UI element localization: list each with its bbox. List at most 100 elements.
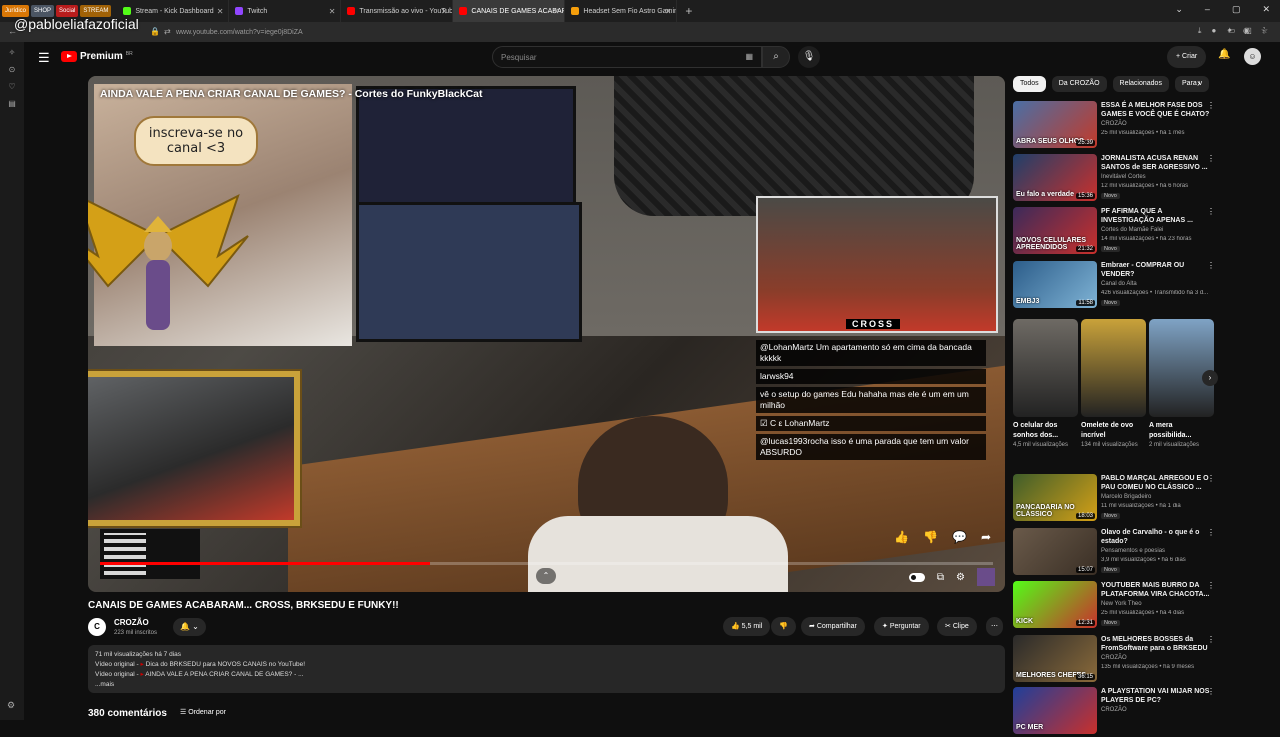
recommended-video[interactable]: Eu falo a verdade 15:36 JORNALISTA ACUSA R… (1013, 154, 1275, 204)
ai-icon[interactable]: ✧ (9, 48, 16, 57)
short-views: 4,5 mil visualizações (1013, 442, 1069, 448)
filter-chip[interactable]: Da CROZÃO (1051, 76, 1107, 92)
kebab-menu-icon[interactable]: ⋮ (1207, 207, 1215, 216)
kebab-menu-icon[interactable]: ⋮ (1207, 101, 1215, 110)
recommended-video[interactable]: MELHORES CHEFES 36:15 Os MELHORES BOSSES d… (1013, 635, 1275, 685)
recommended-video[interactable]: KICK 12:31 YOUTUBER MAIS BURRO DA PLATAFOR… (1013, 581, 1275, 631)
recommended-video[interactable]: PANCADARIA NO CLÁSSICO 18:03 PABLO MARÇAL … (1013, 474, 1275, 524)
settings-icon[interactable]: ⚙ (956, 572, 965, 583)
download-icon[interactable]: ⤓ (1198, 26, 1202, 36)
close-tab-icon[interactable]: ✕ (329, 7, 336, 16)
channel-watermark[interactable] (977, 568, 995, 586)
close-tab-icon[interactable]: ✕ (217, 7, 224, 16)
shorts-next-button[interactable]: › (1202, 370, 1218, 386)
kebab-menu-icon[interactable]: ⋮ (1260, 26, 1268, 36)
maximize-button[interactable]: ▢ (1232, 4, 1241, 15)
new-tab-button[interactable]: + (685, 4, 692, 18)
close-tab-icon[interactable]: ✕ (553, 7, 560, 16)
voice-search-button[interactable]: 🎙 (798, 46, 820, 68)
short-item[interactable]: Omelete de ovo incrível 134 mil visualiza… (1081, 319, 1146, 450)
profile-icon[interactable]: ◉ (1243, 26, 1250, 36)
search-button[interactable]: ⌕ (762, 46, 790, 68)
captions-icon[interactable]: ⧉ (937, 572, 944, 583)
browser-tab[interactable]: Headset Sem Fio Astro Gaming ✕ (565, 0, 678, 22)
puzzle-icon[interactable]: ✦ (1226, 26, 1233, 36)
search-input[interactable]: Pesquisar ▦ (492, 46, 762, 68)
history-icon[interactable]: ⊙ (9, 65, 16, 74)
thumbs-down-icon[interactable]: 👎 (923, 530, 938, 544)
channel-avatar[interactable]: C (88, 618, 106, 636)
recommended-video[interactable]: 15:07 Olavo de Carvalho - o que é o estad… (1013, 528, 1275, 578)
filter-chip[interactable]: Para v (1174, 76, 1210, 92)
site-settings-icon[interactable]: ⇄ (164, 27, 171, 36)
share-button[interactable]: ➦ Compartilhar (801, 617, 865, 636)
kebab-menu-icon[interactable]: ⋮ (1207, 528, 1215, 537)
close-window-button[interactable]: ✕ (1262, 4, 1270, 15)
minimize-button[interactable]: – (1205, 4, 1210, 15)
short-thumbnail[interactable] (1149, 319, 1214, 417)
filter-chip[interactable]: Relacionados (1112, 76, 1169, 92)
chevron-up-icon[interactable]: ⌃ (536, 568, 556, 584)
video-thumbnail[interactable]: MELHORES CHEFES 36:15 (1013, 635, 1097, 682)
browser-tab[interactable]: CANAIS DE GAMES ACABARAM...✕ (453, 0, 566, 22)
short-item[interactable]: A mera possibilida... 2 mil visualizações (1149, 319, 1214, 450)
ask-button[interactable]: ✦ Perguntar (874, 617, 929, 636)
dislike-button[interactable]: 👎 (771, 617, 796, 636)
recommended-video[interactable]: NOVOS CELULARES APREENDIDOS 21:32 PF AFIRM… (1013, 207, 1275, 257)
bookmark-icon[interactable]: ♡ (8, 82, 15, 91)
description-link[interactable]: AINDA VALE A PENA CRIAR CANAL DE GAMES? … (145, 671, 303, 678)
clip-button[interactable]: ✂ Clipe (937, 617, 977, 636)
filter-chip[interactable]: Todos (1013, 76, 1046, 92)
kebab-menu-icon[interactable]: ⋮ (1207, 154, 1215, 163)
more-actions-button[interactable]: ⋯ (986, 617, 1003, 636)
video-thumbnail[interactable]: KICK 12:31 (1013, 581, 1097, 628)
short-thumbnail[interactable] (1081, 319, 1146, 417)
description-box[interactable]: 71 mil visualizações há 7 dias Vídeo ori… (88, 645, 1005, 693)
video-thumbnail[interactable]: EMBJ3 11:58 (1013, 261, 1097, 308)
video-player[interactable]: AINDA VALE A PENA CRIAR CANAL DE GAMES? … (88, 76, 1005, 592)
youtube-logo[interactable]: Premium BR (61, 51, 133, 62)
hamburger-menu-icon[interactable]: ☰ (38, 50, 50, 66)
kebab-menu-icon[interactable]: ⋮ (1207, 474, 1215, 483)
recommended-video[interactable]: PC MER A PLAYSTATION VAI MIJAR NOS PLAYER… (1013, 687, 1275, 737)
kebab-menu-icon[interactable]: ⋮ (1207, 261, 1215, 270)
recommended-video[interactable]: EMBJ3 11:58 Embraer - COMPRAR OU VENDER? Ca… (1013, 261, 1275, 311)
gear-icon[interactable]: ⚙ (7, 700, 15, 711)
video-thumbnail[interactable]: NOVOS CELULARES APREENDIDOS 21:32 (1013, 207, 1097, 254)
channel-name[interactable]: CROZÃO (114, 618, 149, 627)
kebab-menu-icon[interactable]: ⋮ (1207, 635, 1215, 644)
create-button[interactable]: + Criar (1167, 46, 1207, 68)
subscription-bell-button[interactable]: 🔔 ⌄ (173, 618, 206, 636)
recommended-video[interactable]: ABRA SEUS OLHOS 25:39 ESSA É A MELHOR FASE… (1013, 101, 1275, 151)
chevron-down-icon[interactable]: ⌄ (1175, 4, 1183, 15)
reading-list-icon[interactable]: ▤ (8, 99, 16, 108)
video-thumbnail[interactable]: Eu falo a verdade 15:36 (1013, 154, 1097, 201)
show-more-link[interactable]: ...mais (95, 680, 998, 690)
video-thumbnail[interactable]: PANCADARIA NO CLÁSSICO 18:03 (1013, 474, 1097, 521)
video-thumbnail[interactable]: PC MER (1013, 687, 1097, 734)
comment-icon[interactable]: 💬 (952, 530, 967, 544)
extension-icon[interactable]: ● (1211, 26, 1216, 36)
avatar[interactable]: ☺ (1244, 48, 1261, 65)
like-button[interactable]: 👍 5,5 mil (723, 617, 771, 636)
short-thumbnail[interactable] (1013, 319, 1078, 417)
kebab-menu-icon[interactable]: ⋮ (1207, 687, 1215, 696)
description-link[interactable]: Dica do BRKSEDU para NOVOS CANAIS no You… (146, 661, 305, 668)
keyboard-icon[interactable]: ▦ (745, 52, 753, 61)
thumbs-up-icon[interactable]: 👍 (894, 530, 909, 544)
notifications-bell-icon[interactable]: 🔔 (1218, 49, 1230, 60)
close-tab-icon[interactable]: ✕ (665, 7, 672, 16)
video-thumbnail[interactable]: 15:07 (1013, 528, 1097, 575)
autoplay-toggle[interactable] (908, 572, 925, 582)
url-field[interactable]: www.youtube.com/watch?v=iege0j8DiZA (176, 29, 303, 36)
chevron-right-icon[interactable]: › (1197, 78, 1200, 89)
short-item[interactable]: O celular dos sonhos dos... 4,5 mil visua… (1013, 319, 1078, 450)
share-icon[interactable]: ➦ (981, 530, 991, 544)
browser-tab[interactable]: Transmissão ao vivo - YouTube ✕ (341, 0, 454, 22)
progress-bar[interactable] (100, 562, 993, 565)
sort-button[interactable]: ☰ Ordenar por (180, 708, 226, 716)
close-tab-icon[interactable]: ✕ (441, 7, 448, 16)
kebab-menu-icon[interactable]: ⋮ (1207, 581, 1215, 590)
video-thumbnail[interactable]: ABRA SEUS OLHOS 25:39 (1013, 101, 1097, 148)
browser-tab[interactable]: Twitch ✕ (229, 0, 342, 22)
